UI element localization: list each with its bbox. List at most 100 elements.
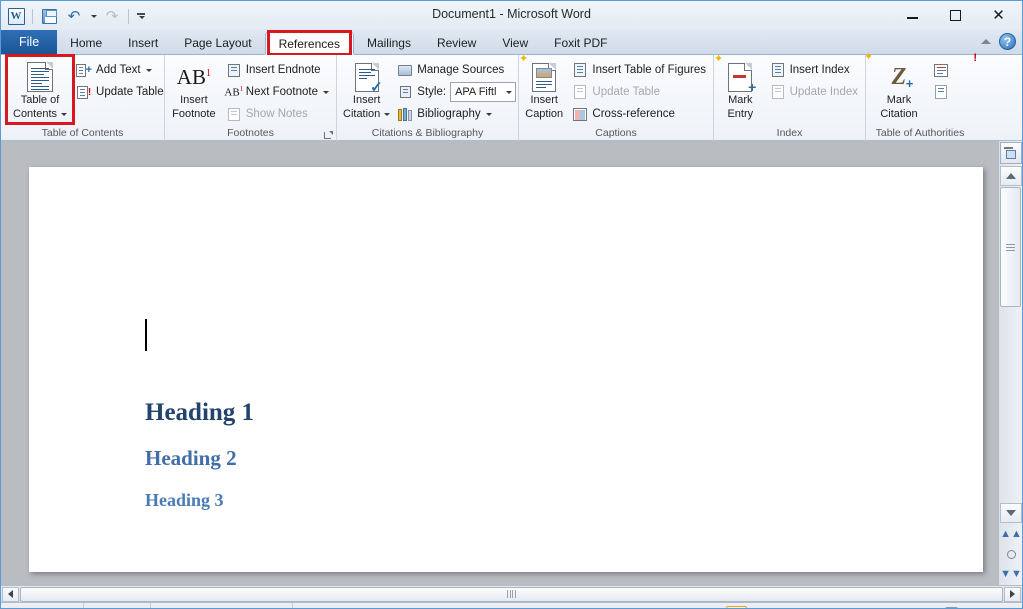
document-page[interactable]: Heading 1 Heading 2 Heading 3 — [29, 167, 983, 572]
tab-review-label: Review — [437, 36, 476, 50]
style-combobox[interactable]: APA Fiftl — [450, 82, 516, 102]
show-notes-button[interactable]: Show Notes — [223, 103, 332, 125]
select-browse-object-button[interactable] — [1001, 545, 1021, 563]
citation-label-line2: Citation — [343, 108, 380, 120]
insert-table-of-authorities-button[interactable]: ✦ — [930, 59, 956, 81]
web-layout-view-button[interactable] — [772, 606, 793, 609]
ribbon-group-citations-bibliography: ✓ Insert Citation Manage Sources — [337, 55, 519, 141]
cross-reference-button[interactable]: Cross-reference — [569, 103, 709, 125]
word-application-window: W ↶ ↷ Document1 - Microsoft Word — [0, 0, 1023, 609]
full-screen-reading-view-button[interactable] — [749, 606, 770, 609]
chevron-left-icon — [8, 590, 13, 598]
update-table-figures-button[interactable]: Update Table — [569, 81, 709, 103]
mark-citation-icon: Z + — [892, 60, 907, 94]
tab-page-layout[interactable]: Page Layout — [171, 31, 264, 54]
ribbon-group-index: + Mark Entry ✦ Insert Index — [714, 55, 866, 141]
outline-view-button[interactable] — [795, 606, 816, 609]
vertical-scrollbar[interactable]: ▲▲ ▼▼ — [998, 141, 1022, 585]
scroll-left-button[interactable] — [2, 587, 19, 602]
table-of-contents-label: Table of Contents — [13, 94, 67, 120]
footnotes-dialog-launcher[interactable] — [323, 130, 333, 140]
update-table-button[interactable]: ! Update Table — [73, 81, 167, 103]
mark-entry-button[interactable]: + Mark Entry — [718, 58, 763, 120]
update-table-label: Update Table — [592, 86, 660, 98]
style-dropdown[interactable]: Style: APA Fiftl — [394, 81, 519, 103]
tab-home-label: Home — [70, 36, 102, 50]
scroll-down-button[interactable] — [1000, 503, 1022, 523]
style-value: APA Fiftl — [455, 86, 496, 98]
tab-file[interactable]: File — [1, 30, 57, 54]
footnote-label-line2: Footnote — [172, 108, 215, 120]
word-count-status[interactable]: Words: 6 — [84, 603, 151, 609]
table-of-contents-button[interactable]: Table of Contents — [11, 58, 69, 120]
vertical-scroll-thumb[interactable] — [1000, 187, 1021, 307]
status-bar: Page: 1 of 1 Words: 6 ✓ German (Germany) — [1, 602, 1022, 609]
toc-label-line2: Contents — [13, 108, 57, 120]
scroll-up-button[interactable] — [1000, 166, 1022, 186]
mark-citation-button[interactable]: Z + Mark Citation — [870, 58, 928, 120]
cross-reference-icon — [572, 106, 588, 122]
footnotes-small-buttons: Insert Endnote AB1 Next Footnote Show — [223, 58, 332, 125]
minimize-ribbon-icon[interactable] — [981, 39, 991, 44]
print-layout-view-button[interactable] — [726, 606, 747, 609]
caption-label-line2: Caption — [525, 108, 563, 120]
add-text-icon: + — [76, 62, 92, 78]
insert-table-of-figures-button[interactable]: ✦ Insert Table of Figures — [569, 59, 709, 81]
document-workspace: Heading 1 Heading 2 Heading 3 ▲▲ ▼▼ — [1, 141, 1022, 585]
chevron-down-icon — [1006, 510, 1016, 516]
group-label-table-of-authorities: Table of Authorities — [870, 126, 970, 141]
maximize-button[interactable] — [934, 4, 977, 26]
caption-label-line1: Insert — [530, 94, 558, 106]
help-icon[interactable]: ? — [999, 33, 1016, 50]
insert-footnote-button[interactable]: AB1 Insert Footnote — [169, 58, 219, 120]
tab-review[interactable]: Review — [424, 31, 489, 54]
bibliography-button[interactable]: Bibliography — [394, 103, 519, 125]
add-text-button[interactable]: + Add Text — [73, 59, 167, 81]
previous-page-button[interactable]: ▲▲ — [1001, 525, 1021, 543]
tab-mailings[interactable]: Mailings — [354, 31, 424, 54]
group-label-captions: Captions — [523, 126, 709, 141]
tab-references[interactable]: References — [265, 32, 354, 55]
draft-view-button[interactable] — [818, 606, 839, 609]
table-of-contents-icon — [27, 60, 53, 94]
update-table-icon — [572, 84, 588, 100]
horizontal-scrollbar[interactable] — [1, 585, 1022, 602]
insert-index-button[interactable]: ✦ Insert Index — [767, 59, 861, 81]
tab-insert[interactable]: Insert — [115, 31, 171, 54]
insert-citation-button[interactable]: ✓ Insert Citation — [341, 58, 392, 120]
text-cursor — [145, 319, 147, 351]
heading-2[interactable]: Heading 2 — [145, 446, 237, 471]
style-icon — [397, 84, 413, 100]
manage-sources-icon — [397, 62, 413, 78]
ribbon-group-footnotes: AB1 Insert Footnote Insert Endnote — [165, 55, 337, 141]
language-status[interactable]: ✓ German (Germany) — [151, 603, 293, 609]
scroll-right-button[interactable] — [1004, 587, 1021, 602]
update-table-authorities-button[interactable]: ! — [930, 81, 956, 103]
insert-endnote-button[interactable]: Insert Endnote — [223, 59, 332, 81]
view-ruler-button[interactable] — [1000, 142, 1022, 164]
chevron-down-icon — [323, 91, 329, 94]
horizontal-scroll-thumb[interactable] — [20, 587, 1003, 602]
next-page-button[interactable]: ▼▼ — [1001, 565, 1021, 583]
ribbon: Table of Contents + Add Text ! — [1, 55, 1022, 141]
next-footnote-button[interactable]: AB1 Next Footnote — [223, 81, 332, 103]
page-number-status[interactable]: Page: 1 of 1 — [1, 603, 84, 609]
mark-entry-label: Mark Entry — [720, 94, 761, 120]
tab-references-label: References — [279, 37, 340, 51]
ribbon-group-captions: Insert Caption ✦ Insert Table of Figures — [519, 55, 714, 141]
manage-sources-button[interactable]: Manage Sources — [394, 59, 519, 81]
insert-citation-icon: ✓ — [355, 60, 379, 94]
insert-caption-button[interactable]: Insert Caption — [523, 58, 565, 120]
bibliography-label: Bibliography — [417, 108, 480, 120]
tab-view[interactable]: View — [489, 31, 541, 54]
bibliography-icon — [397, 106, 413, 122]
update-table-label: Update Table — [96, 86, 164, 98]
tab-foxit-pdf[interactable]: Foxit PDF — [541, 31, 620, 54]
minimize-button[interactable] — [891, 4, 934, 26]
update-index-button[interactable]: Update Index — [767, 81, 861, 103]
tab-home[interactable]: Home — [57, 31, 115, 54]
heading-1[interactable]: Heading 1 — [145, 399, 254, 427]
close-button[interactable]: ✕ — [977, 4, 1020, 26]
double-chevron-up-icon: ▲▲ — [1000, 528, 1022, 540]
heading-3[interactable]: Heading 3 — [145, 490, 224, 511]
